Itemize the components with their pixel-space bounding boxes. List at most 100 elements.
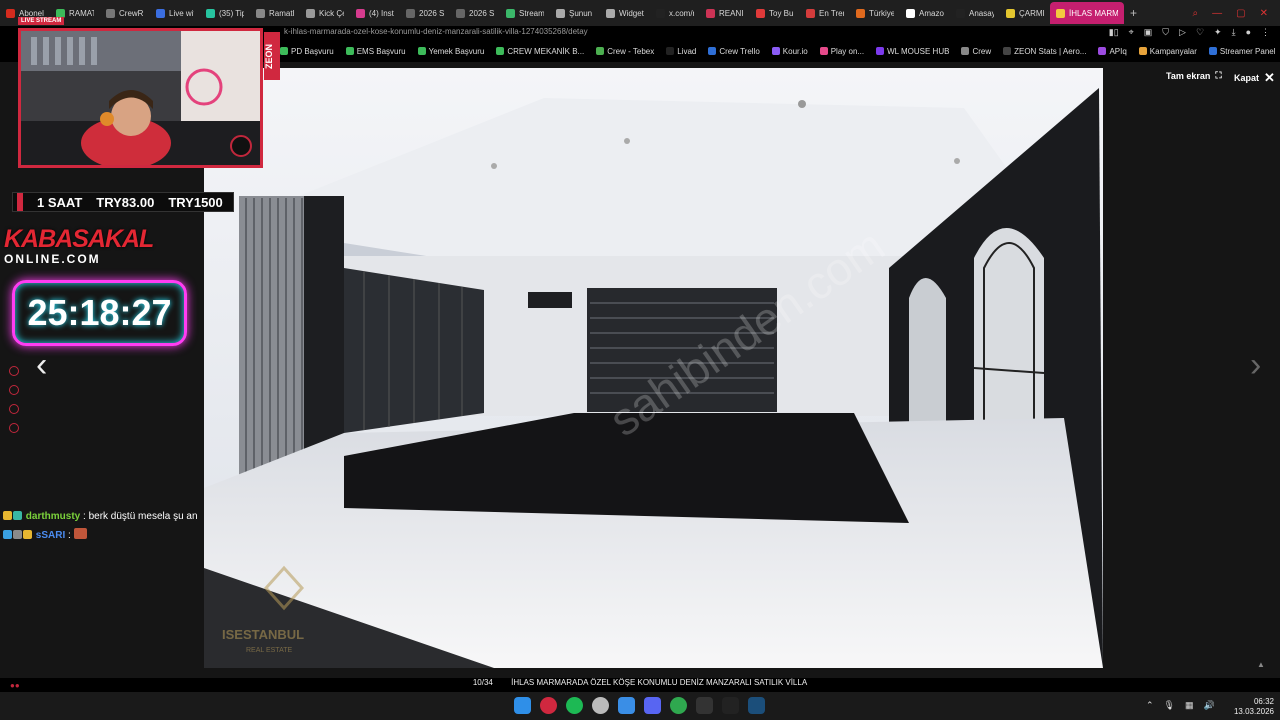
- bookmark-item[interactable]: Yemek Başvuru: [417, 47, 484, 56]
- new-tab-button[interactable]: +: [1124, 6, 1143, 20]
- browser-tab[interactable]: (35) Tip: [200, 2, 250, 24]
- menu-icon[interactable]: ⋮: [1261, 27, 1270, 38]
- browser-tab[interactable]: Ramath: [250, 2, 300, 24]
- browser-tab[interactable]: En Tren: [800, 2, 850, 24]
- tab-label: Türkiye: [869, 8, 894, 18]
- bookmark-item[interactable]: PD Başvuru: [280, 47, 334, 56]
- shield-icon[interactable]: ⛉: [1162, 27, 1169, 38]
- browser-tab[interactable]: İHLAS MARMA: [1050, 2, 1124, 24]
- browser-tab[interactable]: Stream: [500, 2, 550, 24]
- opera-icon[interactable]: [540, 697, 557, 714]
- tab-list: AbonelikRAMATHCrewRPLive with(35) TipRam…: [0, 2, 1124, 24]
- close-lightbox-button[interactable]: Kapat ✕: [1234, 70, 1275, 86]
- extensions-icon[interactable]: ✦: [1214, 27, 1222, 38]
- github-icon[interactable]: [722, 697, 739, 714]
- browser-tab[interactable]: REANIM: [700, 2, 750, 24]
- download-icon[interactable]: ⤓: [1232, 27, 1236, 38]
- minimize-icon[interactable]: —: [1212, 8, 1222, 19]
- browser-toolbar: ▮▯ ⌖ ▣ ⛉ ▷ ♡ ✦ ⤓ ● ⋮: [1109, 27, 1270, 38]
- system-clock[interactable]: 06:32 13.03.2026: [1230, 697, 1274, 717]
- bookmark-label: Kour.io: [782, 46, 808, 56]
- browser-tab[interactable]: ÇARMI: [1000, 2, 1050, 24]
- bookmark-item[interactable]: APIq: [1098, 47, 1127, 56]
- bookmark-item[interactable]: Crew - Tebex: [596, 47, 654, 56]
- browser-tab[interactable]: Live with: [150, 2, 200, 24]
- chat-badge-icon: [3, 530, 12, 539]
- mic-icon[interactable]: 🎙: [1164, 700, 1175, 711]
- windows-taskbar: ⌃ 🎙 ▦ 🔊: [0, 692, 1280, 720]
- sidebar-icon[interactable]: ▮▯: [1109, 27, 1119, 38]
- previous-photo-button[interactable]: ‹: [36, 346, 47, 385]
- bookmark-item[interactable]: CREW MEKANİK B...: [496, 47, 584, 56]
- bookmark-item[interactable]: Crew Trello: [708, 47, 760, 56]
- clock-time: 06:32: [1253, 697, 1274, 706]
- browser-tab[interactable]: (4) Insta: [350, 2, 400, 24]
- tab-favicon-icon: [406, 8, 415, 18]
- bookmark-item[interactable]: ZEON Stats | Aero...: [1003, 47, 1086, 56]
- clock-date: 13.03.2026: [1233, 707, 1274, 716]
- tab-favicon-icon: [206, 8, 215, 18]
- browser-tab[interactable]: Kick Çe: [300, 2, 350, 24]
- bookmark-item[interactable]: Play on...: [819, 46, 865, 56]
- spotify-icon[interactable]: [566, 697, 583, 714]
- listing-photo: sahibinden.com ISESTANBUL REAL ESTATE: [204, 68, 1103, 668]
- add-icon[interactable]: [9, 366, 19, 376]
- tab-favicon-icon: [456, 8, 465, 18]
- browser-tab[interactable]: x.com/r: [650, 2, 700, 24]
- discord-icon[interactable]: [644, 697, 661, 714]
- bookmark-item[interactable]: Kour.io: [771, 46, 808, 56]
- pin-icon[interactable]: ⌖: [1129, 27, 1134, 38]
- browser-tab[interactable]: Türkiye: [850, 2, 900, 24]
- tab-label: (35) Tip: [219, 8, 244, 18]
- browser-tab[interactable]: CrewRP: [100, 2, 150, 24]
- bookmark-item[interactable]: Crew: [961, 47, 991, 56]
- bookmark-label: Crew - Tebex: [607, 46, 655, 56]
- clock-icon[interactable]: [9, 385, 19, 395]
- next-photo-button[interactable]: ›: [1250, 346, 1261, 385]
- bookmark-favicon-icon: [280, 47, 288, 55]
- bookmark-favicon-icon: [596, 47, 605, 55]
- bookmark-item[interactable]: WL MOUSE HUB: [876, 47, 949, 56]
- sponsor-logo: ZEON: [264, 32, 280, 80]
- play-icon[interactable]: ▷: [1179, 27, 1186, 38]
- browser-tab[interactable]: 2026 S: [400, 2, 450, 24]
- browser-tab[interactable]: Şunun s: [550, 2, 600, 24]
- photo-counter: 10/34: [472, 678, 493, 687]
- bookmark-item[interactable]: Kampanyalar: [1138, 47, 1197, 56]
- close-window-icon[interactable]: ✕: [1260, 8, 1268, 19]
- bookmark-item[interactable]: EMS Başvuru: [345, 47, 406, 56]
- browser-tab[interactable]: 2026 S: [450, 2, 500, 24]
- xbox-icon[interactable]: [670, 697, 687, 714]
- refresh-icon[interactable]: [9, 404, 19, 414]
- search-tabs-icon[interactable]: ⌕: [1193, 8, 1199, 19]
- profile-icon[interactable]: ●: [1246, 27, 1251, 38]
- browser-tab[interactable]: Anasayf: [950, 2, 1000, 24]
- network-icon[interactable]: ▦: [1185, 700, 1194, 711]
- screenshot-icon[interactable]: ▣: [1144, 27, 1153, 38]
- bookmark-label: CREW MEKANİK B...: [507, 46, 585, 56]
- bookmark-label: Play on...: [830, 46, 865, 56]
- bookmark-item[interactable]: Streamer Panel: [1208, 47, 1276, 56]
- chat-badge-icon: [3, 511, 12, 520]
- bookmark-item[interactable]: Livad: [666, 47, 696, 56]
- tab-favicon-icon: [656, 8, 665, 18]
- maximize-icon[interactable]: ▢: [1236, 8, 1245, 19]
- tab-favicon-icon: [306, 8, 315, 18]
- address-bar-url[interactable]: k-ihlas-marmarada-ozel-kose-konumlu-deni…: [284, 27, 588, 36]
- browser-tab[interactable]: Amazon: [900, 2, 950, 24]
- tab-favicon-icon: [356, 8, 365, 18]
- heart-icon[interactable]: ♡: [1196, 27, 1204, 38]
- settings-icon[interactable]: [9, 423, 19, 433]
- chatgpt-icon[interactable]: [592, 697, 609, 714]
- start-icon[interactable]: [514, 697, 531, 714]
- scroll-up-icon[interactable]: ▲: [1257, 660, 1265, 669]
- steam-icon[interactable]: [748, 697, 765, 714]
- epic-games-icon[interactable]: [696, 697, 713, 714]
- browser-tab[interactable]: Widget: [600, 2, 650, 24]
- chat-badge-icon: [13, 530, 22, 539]
- fullscreen-button[interactable]: Tam ekran ⛶: [1166, 70, 1222, 81]
- browser-tab[interactable]: Toy Buil: [750, 2, 800, 24]
- explorer-icon[interactable]: [618, 697, 635, 714]
- volume-icon[interactable]: 🔊: [1204, 700, 1215, 711]
- tray-chevron-icon[interactable]: ⌃: [1146, 700, 1154, 711]
